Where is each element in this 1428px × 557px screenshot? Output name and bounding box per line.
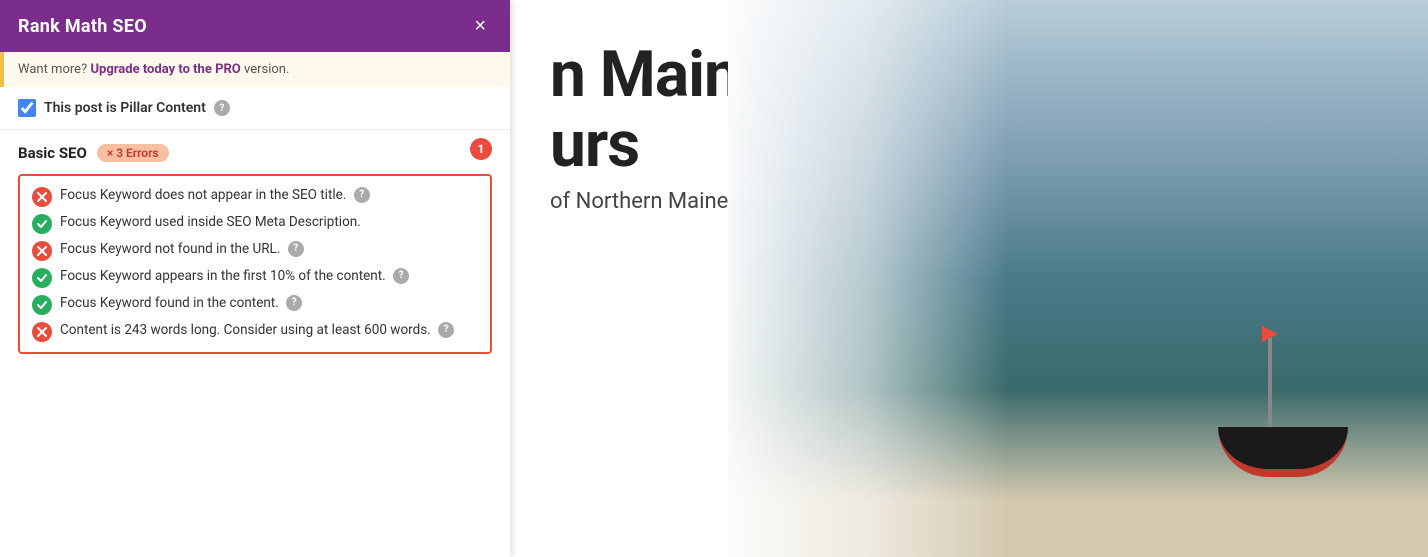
upgrade-text: Want more? (18, 62, 87, 77)
check-help-icon-3[interactable]: ? (288, 241, 304, 257)
boat-mast (1268, 337, 1272, 437)
check-help-icon-6[interactable]: ? (438, 322, 454, 338)
upgrade-banner: Want more? Upgrade today to the PRO vers… (0, 52, 510, 87)
check-text-6: Content is 243 words long. Consider usin… (60, 321, 478, 340)
check-text-1: Focus Keyword does not appear in the SEO… (60, 186, 478, 205)
check-text-5: Focus Keyword found in the content. ? (60, 294, 478, 313)
check-item-4: Focus Keyword appears in the first 10% o… (32, 267, 478, 288)
close-button[interactable]: × (468, 14, 492, 38)
success-icon-2 (32, 214, 52, 234)
check-text-4: Focus Keyword appears in the first 10% o… (60, 267, 478, 286)
pillar-label: This post is Pillar Content (44, 100, 206, 116)
check-item-6: Content is 243 words long. Consider usin… (32, 321, 478, 342)
error-icon-1 (32, 187, 52, 207)
basic-seo-section: Basic SEO × 3 Errors 1 (0, 130, 510, 354)
check-item-1: Focus Keyword does not appear in the SEO… (32, 186, 478, 207)
content-area: n Maine urs of Northern Maine with Seaga… (510, 0, 1428, 557)
background-image (728, 0, 1428, 557)
check-item-3: Focus Keyword not found in the URL. ? (32, 240, 478, 261)
rank-math-panel: Rank Math SEO × Want more? Upgrade today… (0, 0, 510, 557)
panel-header: Rank Math SEO × (0, 0, 510, 52)
seo-section-title: Basic SEO (18, 144, 87, 162)
scene-background (728, 0, 1428, 557)
check-item-2: Focus Keyword used inside SEO Meta Descr… (32, 213, 478, 234)
panel-title: Rank Math SEO (18, 16, 147, 37)
error-icon-6 (32, 322, 52, 342)
errors-badge: × 3 Errors (97, 144, 169, 162)
success-icon-4 (32, 268, 52, 288)
checks-list: Focus Keyword does not appear in the SEO… (18, 174, 492, 354)
check-help-icon-4[interactable]: ? (393, 268, 409, 284)
pillar-help-icon[interactable]: ? (214, 100, 230, 116)
notification-badge: 1 (470, 138, 492, 160)
check-item-5: Focus Keyword found in the content. ? (32, 294, 478, 315)
error-icon-3 (32, 241, 52, 261)
pillar-checkbox[interactable] (18, 99, 36, 117)
check-text-3: Focus Keyword not found in the URL. ? (60, 240, 478, 259)
panel-scroll-area[interactable]: Want more? Upgrade today to the PRO vers… (0, 52, 510, 557)
check-text-2: Focus Keyword used inside SEO Meta Descr… (60, 213, 478, 232)
check-help-icon-5[interactable]: ? (286, 295, 302, 311)
boat-flag (1262, 326, 1278, 342)
pillar-content-row: This post is Pillar Content ? (0, 87, 510, 130)
upgrade-link[interactable]: Upgrade today to the PRO (90, 62, 240, 77)
check-help-icon-1[interactable]: ? (354, 187, 370, 203)
upgrade-suffix: version. (244, 62, 289, 77)
success-icon-5 (32, 295, 52, 315)
boat-hull (1218, 427, 1348, 477)
seo-section-header: Basic SEO × 3 Errors 1 (18, 144, 492, 162)
errors-badge-label: × 3 Errors (107, 146, 159, 160)
boat-illustration (1208, 337, 1368, 477)
heading-line2: urs (550, 107, 639, 182)
